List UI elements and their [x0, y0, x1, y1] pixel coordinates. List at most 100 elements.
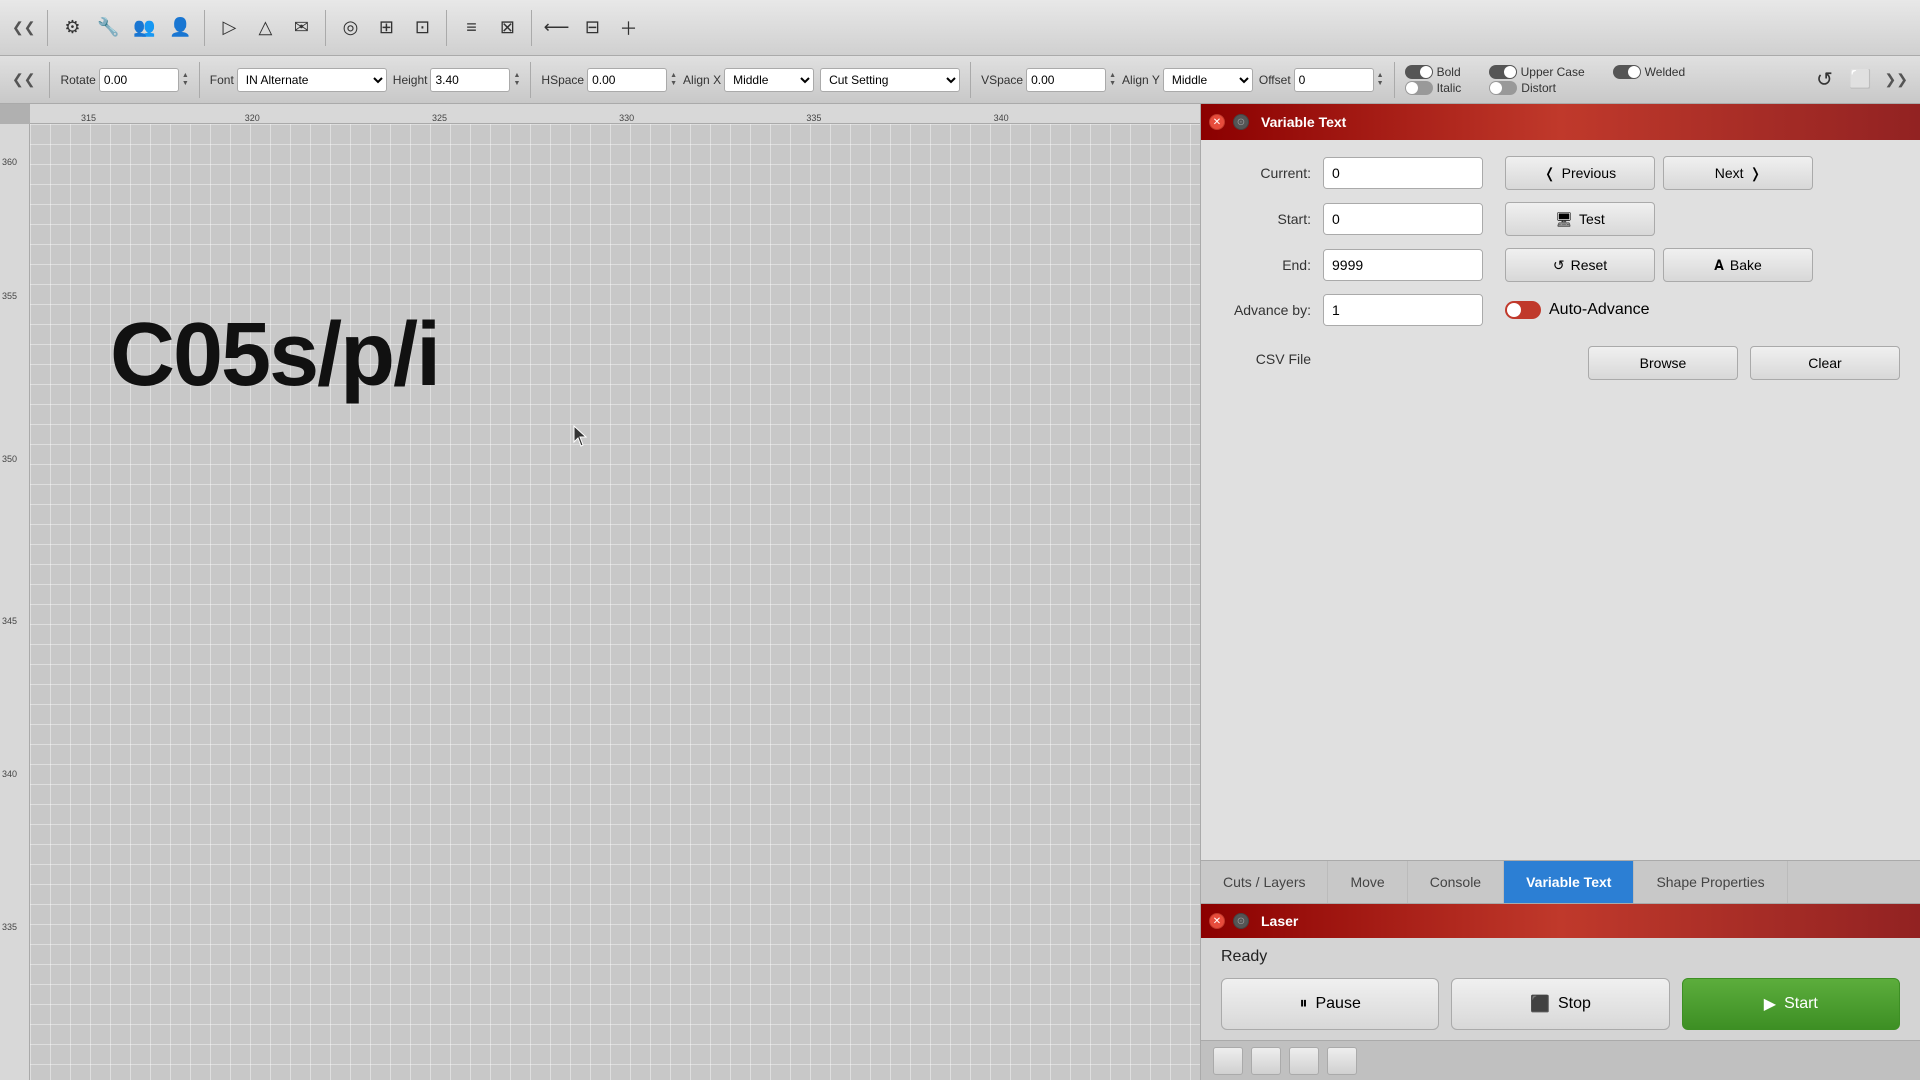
distort-toggle[interactable]: [1489, 81, 1517, 95]
tab-variable-text-label: Variable Text: [1526, 874, 1611, 890]
ruler-horizontal: 315 320 325 330 335 340: [30, 104, 1200, 124]
frame-icon[interactable]: ⬜: [1845, 64, 1877, 96]
settings-icon[interactable]: ⚙: [56, 12, 88, 44]
stop-button[interactable]: ⬛ Stop: [1451, 978, 1669, 1030]
arrow-icon[interactable]: ✉: [285, 12, 317, 44]
toolbar2-sep3: [530, 62, 531, 98]
bottom-btn-4[interactable]: [1327, 1047, 1357, 1075]
test-button[interactable]: 🖥 Test: [1505, 202, 1655, 236]
hspace-down[interactable]: ▼: [670, 80, 677, 87]
toolbar2-sep1: [49, 62, 50, 98]
welded-toggle[interactable]: [1613, 65, 1641, 79]
vt-minimize-button[interactable]: ⊙: [1233, 114, 1249, 130]
italic-toggle[interactable]: [1405, 81, 1433, 95]
toolbar2-expand-right[interactable]: ❯❯: [1881, 69, 1912, 90]
bottom-btn-3[interactable]: [1289, 1047, 1319, 1075]
csv-label: CSV File: [1221, 351, 1311, 367]
vspace-input[interactable]: [1026, 68, 1106, 92]
toolbar-expand-left[interactable]: ❮❮: [8, 17, 39, 38]
ruler-h-mark-315: 315: [81, 113, 96, 123]
user-icon[interactable]: 👤: [164, 12, 196, 44]
start-input[interactable]: [1324, 204, 1483, 234]
variable-text-panel: ✕ ⊙ Variable Text Current: ▲ ▼: [1201, 104, 1920, 860]
refresh-icon[interactable]: ↺: [1809, 64, 1841, 96]
tab-move[interactable]: Move: [1328, 861, 1407, 903]
pause-label: Pause: [1315, 995, 1360, 1013]
auto-advance-toggle[interactable]: [1505, 301, 1541, 319]
laser-close-button[interactable]: ✕: [1209, 913, 1225, 929]
start-label: Start: [1784, 995, 1818, 1013]
end-input[interactable]: [1324, 250, 1483, 280]
next-icon: ❭: [1750, 165, 1762, 182]
variable-text-titlebar: ✕ ⊙ Variable Text: [1201, 104, 1920, 140]
current-input[interactable]: [1324, 158, 1483, 188]
offset-down[interactable]: ▼: [1377, 80, 1384, 87]
arrow-left-icon[interactable]: ⟵: [540, 12, 572, 44]
laser-status: Ready: [1221, 948, 1900, 966]
vspace-down[interactable]: ▼: [1109, 80, 1116, 87]
height-input[interactable]: [430, 68, 510, 92]
rotate-down[interactable]: ▼: [182, 80, 189, 87]
previous-button[interactable]: ❬ Previous: [1505, 156, 1655, 190]
aligny-select[interactable]: Middle: [1163, 68, 1253, 92]
rotate-up[interactable]: ▲: [182, 72, 189, 79]
tab-shape-properties[interactable]: Shape Properties: [1634, 861, 1787, 903]
target-icon[interactable]: ◎: [334, 12, 366, 44]
tab-variable-text[interactable]: Variable Text: [1504, 861, 1634, 903]
italic-label: Italic: [1437, 81, 1462, 95]
tab-cuts-layers[interactable]: Cuts / Layers: [1201, 861, 1328, 903]
cross-icon[interactable]: ⊠: [491, 12, 523, 44]
rotate-input[interactable]: [99, 68, 179, 92]
group-icon[interactable]: 👥: [128, 12, 160, 44]
csv-row: CSV File Browse Clear: [1221, 338, 1900, 380]
offset-up[interactable]: ▲: [1377, 72, 1384, 79]
ruler-v-mark-350: 350: [0, 454, 17, 464]
alignx-select[interactable]: Middle: [724, 68, 814, 92]
auto-advance-row: Auto-Advance: [1505, 301, 1650, 319]
vspace-up[interactable]: ▲: [1109, 72, 1116, 79]
ruler-v-mark-360: 360: [0, 157, 17, 167]
bake-button[interactable]: 𝐀 Bake: [1663, 248, 1813, 282]
welded-label: Welded: [1645, 65, 1685, 79]
hspace-input[interactable]: [587, 68, 667, 92]
bold-toggle[interactable]: [1405, 65, 1433, 79]
pause-button[interactable]: ⏸ Pause: [1221, 978, 1439, 1030]
minus-box-icon[interactable]: ⊟: [576, 12, 608, 44]
font-select[interactable]: IN Alternate: [237, 68, 387, 92]
menu-icon[interactable]: ≡: [455, 12, 487, 44]
plus-icon[interactable]: ＋: [612, 12, 644, 44]
align-icon[interactable]: ⊡: [406, 12, 438, 44]
next-button[interactable]: Next ❭: [1663, 156, 1813, 190]
laser-minimize-button[interactable]: ⊙: [1233, 913, 1249, 929]
bottom-btn-1[interactable]: [1213, 1047, 1243, 1075]
clear-button[interactable]: Clear: [1750, 346, 1900, 380]
start-button[interactable]: ▶ Start: [1682, 978, 1900, 1030]
cut-setting-select[interactable]: Cut Setting: [820, 68, 960, 92]
reset-button[interactable]: ↺ Reset: [1505, 248, 1655, 282]
triangle-icon[interactable]: △: [249, 12, 281, 44]
height-down[interactable]: ▼: [513, 80, 520, 87]
start-icon: ▶: [1764, 994, 1776, 1014]
browse-button[interactable]: Browse: [1588, 346, 1738, 380]
canvas-area[interactable]: 315 320 325 330 335 340 360 355 350 345 …: [0, 104, 1200, 1080]
advance-input[interactable]: [1324, 295, 1483, 325]
current-label: Current:: [1221, 165, 1311, 181]
laser-buttons: ⏸ Pause ⬛ Stop ▶ Start: [1221, 978, 1900, 1030]
upper-case-toggle[interactable]: [1489, 65, 1517, 79]
mouse-cursor: [570, 424, 594, 448]
ruler-v-mark-340: 340: [0, 769, 17, 779]
offset-input[interactable]: [1294, 68, 1374, 92]
height-up[interactable]: ▲: [513, 72, 520, 79]
ruler-h-mark-330: 330: [619, 113, 634, 123]
aligny-label: Align Y: [1122, 73, 1160, 87]
tab-console[interactable]: Console: [1408, 861, 1504, 903]
hspace-up[interactable]: ▲: [670, 72, 677, 79]
toolbar2-expand[interactable]: ❮❮: [8, 69, 39, 90]
play-icon[interactable]: ▷: [213, 12, 245, 44]
grid-icon[interactable]: ⊞: [370, 12, 402, 44]
vt-close-button[interactable]: ✕: [1209, 114, 1225, 130]
bottom-btn-2[interactable]: [1251, 1047, 1281, 1075]
tools-icon[interactable]: 🔧: [92, 12, 124, 44]
stop-icon: ⬛: [1530, 994, 1550, 1014]
right-panel: ✕ ⊙ Variable Text Current: ▲ ▼: [1200, 104, 1920, 1080]
